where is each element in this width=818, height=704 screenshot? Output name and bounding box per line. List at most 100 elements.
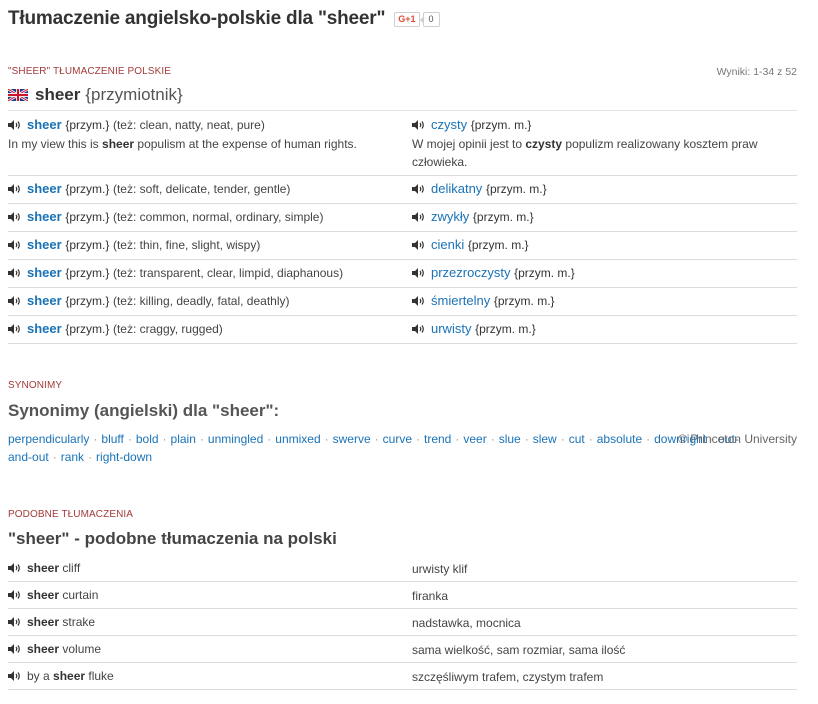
grammar-tag: {przym.} <box>65 322 110 336</box>
gplus-widget: G+1 0 <box>394 11 440 27</box>
similar-row: sheer volume sama wielkość, sam rozmiar, … <box>8 636 797 663</box>
grammar-tag: {przym.} <box>65 266 110 280</box>
synonym-link[interactable]: right-down <box>96 450 152 464</box>
source-word-link[interactable]: sheer <box>27 265 62 280</box>
speaker-icon[interactable] <box>8 120 21 130</box>
translation-source: sheer {przym.} (też: common, normal, ord… <box>8 209 403 224</box>
synonym-separator: · <box>127 432 132 446</box>
target-word-link[interactable]: cienki <box>431 237 464 252</box>
target-word-link[interactable]: czysty <box>431 117 467 132</box>
synonym-link[interactable]: rank <box>61 450 84 464</box>
similar-target: szczęśliwym trafem, czystym trafem <box>412 670 604 684</box>
also-list: (też: craggy, rugged) <box>112 322 223 336</box>
page-header: Tłumaczenie angielsko-polskie dla "sheer… <box>8 8 440 30</box>
speaker-icon[interactable] <box>8 671 21 681</box>
speaker-icon[interactable] <box>412 184 425 194</box>
headword: sheer <box>35 85 81 104</box>
similar-source: sheer strake <box>8 615 95 629</box>
grammar-tag: {przym.} <box>65 238 110 252</box>
source-word-link[interactable]: sheer <box>27 209 62 224</box>
gplus-button[interactable]: G+1 <box>394 11 420 27</box>
row-divider <box>8 287 797 288</box>
speaker-icon[interactable] <box>412 120 425 130</box>
synonym-separator: · <box>560 432 565 446</box>
headword-pos: {przymiotnik} <box>85 85 183 104</box>
synonym-link[interactable]: curve <box>383 432 412 446</box>
speaker-icon[interactable] <box>8 268 21 278</box>
synonym-separator: · <box>88 450 93 464</box>
synonym-link[interactable]: cut <box>569 432 585 446</box>
results-count: Wyniki: 1-34 z 52 <box>716 66 797 78</box>
speaker-icon[interactable] <box>412 268 425 278</box>
synonym-link[interactable]: slew <box>533 432 557 446</box>
speaker-icon[interactable] <box>412 296 425 306</box>
synonym-link[interactable]: unmingled <box>208 432 263 446</box>
synonyms-section-label: SYNONIMY <box>8 380 63 391</box>
source-word-link[interactable]: sheer <box>27 117 62 132</box>
similar-target: sama wielkość, sam rozmiar, sama ilość <box>412 643 626 657</box>
headword-heading: sheer {przymiotnik} <box>8 85 183 105</box>
synonym-link[interactable]: absolute <box>597 432 642 446</box>
source-word-link[interactable]: sheer <box>27 181 62 196</box>
speaker-icon[interactable] <box>8 563 21 573</box>
synonym-link[interactable]: slue <box>499 432 521 446</box>
similar-row: by a sheer fluke szczęśliwym trafem, czys… <box>8 663 797 690</box>
speaker-icon[interactable] <box>412 324 425 334</box>
synonyms-list: perpendicularly · bluff · bold · plain · unmingl… <box>8 430 739 466</box>
synonym-separator: · <box>416 432 420 446</box>
synonym-link[interactable]: perpendicularly <box>8 432 89 446</box>
source-word-link[interactable]: sheer <box>27 237 62 252</box>
speaker-icon[interactable] <box>412 240 425 250</box>
speaker-icon[interactable] <box>8 296 21 306</box>
source-word-link[interactable]: sheer <box>27 321 62 336</box>
grammar-tag: {przym.} <box>65 210 110 224</box>
translation-source: sheer {przym.} (też: thin, fine, slight,… <box>8 237 403 252</box>
target-word-link[interactable]: zwykły <box>431 209 469 224</box>
synonym-link[interactable]: unmixed <box>275 432 320 446</box>
speaker-icon[interactable] <box>8 590 21 600</box>
target-word-link[interactable]: delikatny <box>431 181 482 196</box>
synonyms-source: © Princeton University <box>678 432 797 446</box>
similar-heading: "sheer" - podobne tłumaczenia na polski <box>8 529 337 548</box>
synonyms-heading: Synonimy (angielski) dla "sheer": <box>8 401 280 420</box>
speaker-icon[interactable] <box>8 212 21 222</box>
synonym-separator: · <box>490 432 495 446</box>
translation-target: urwisty {przym. m.} <box>412 321 797 336</box>
synonym-link[interactable]: veer <box>463 432 486 446</box>
grammar-tag: {przym. m.} <box>470 118 532 132</box>
speaker-icon[interactable] <box>8 617 21 627</box>
translation-target: czysty {przym. m.} W mojej opinii jest to… <box>412 117 797 171</box>
speaker-icon[interactable] <box>8 184 21 194</box>
also-list: (też: soft, delicate, tender, gentle) <box>112 182 291 196</box>
synonym-separator: · <box>588 432 593 446</box>
grammar-tag: {przym.} <box>65 182 110 196</box>
similar-section-label: PODOBNE TŁUMACZENIA <box>8 509 134 520</box>
translation-source: sheer {przym.} (też: killing, deadly, fa… <box>8 293 403 308</box>
row-divider <box>8 315 797 316</box>
speaker-icon[interactable] <box>412 212 425 222</box>
synonym-link[interactable]: swerve <box>333 432 371 446</box>
synonym-link[interactable]: bluff <box>101 432 123 446</box>
similar-source: sheer cliff <box>8 561 80 575</box>
synonym-separator: · <box>199 432 204 446</box>
synonym-separator: · <box>93 432 98 446</box>
target-word-link[interactable]: urwisty <box>431 321 471 336</box>
speaker-icon[interactable] <box>8 240 21 250</box>
synonym-link[interactable]: bold <box>136 432 159 446</box>
speaker-icon[interactable] <box>8 324 21 334</box>
translation-source: sheer {przym.} (też: craggy, rugged) <box>8 321 403 336</box>
speaker-icon[interactable] <box>8 644 21 654</box>
similar-text: curtain <box>59 588 99 602</box>
source-word-link[interactable]: sheer <box>27 293 62 308</box>
row-divider <box>8 203 797 204</box>
target-word-link[interactable]: przezroczysty <box>431 265 510 280</box>
also-list: (też: thin, fine, slight, wispy) <box>112 238 261 252</box>
synonym-link[interactable]: plain <box>171 432 196 446</box>
grammar-tag: {przym. m.} <box>472 210 534 224</box>
also-list: (też: transparent, clear, limpid, diapha… <box>112 266 344 280</box>
example-text: populism at the expense of human rights. <box>134 137 357 151</box>
target-word-link[interactable]: śmiertelny <box>431 293 490 308</box>
grammar-tag: {przym. m.} <box>493 294 555 308</box>
heading-divider <box>8 110 797 111</box>
synonym-link[interactable]: trend <box>424 432 451 446</box>
